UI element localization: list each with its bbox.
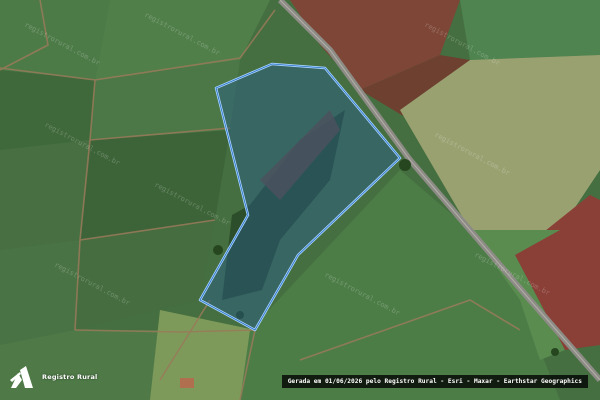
map-attribution: Gerada em 01/06/2026 pelo Registro Rural… (281, 375, 588, 388)
registro-rural-logo-icon (10, 366, 33, 388)
field-patch (0, 0, 110, 80)
farm-building (180, 378, 194, 388)
logo-text: Registro Rural (42, 373, 98, 381)
field-patch (0, 70, 95, 150)
field-patch (0, 140, 90, 250)
map-view[interactable]: registrorural.com.br registrorural.com.b… (0, 0, 600, 400)
satellite-imagery (0, 0, 600, 400)
field-patch (460, 0, 600, 60)
registro-rural-logo: Registro Rural (8, 364, 97, 390)
field-patch (0, 240, 80, 345)
